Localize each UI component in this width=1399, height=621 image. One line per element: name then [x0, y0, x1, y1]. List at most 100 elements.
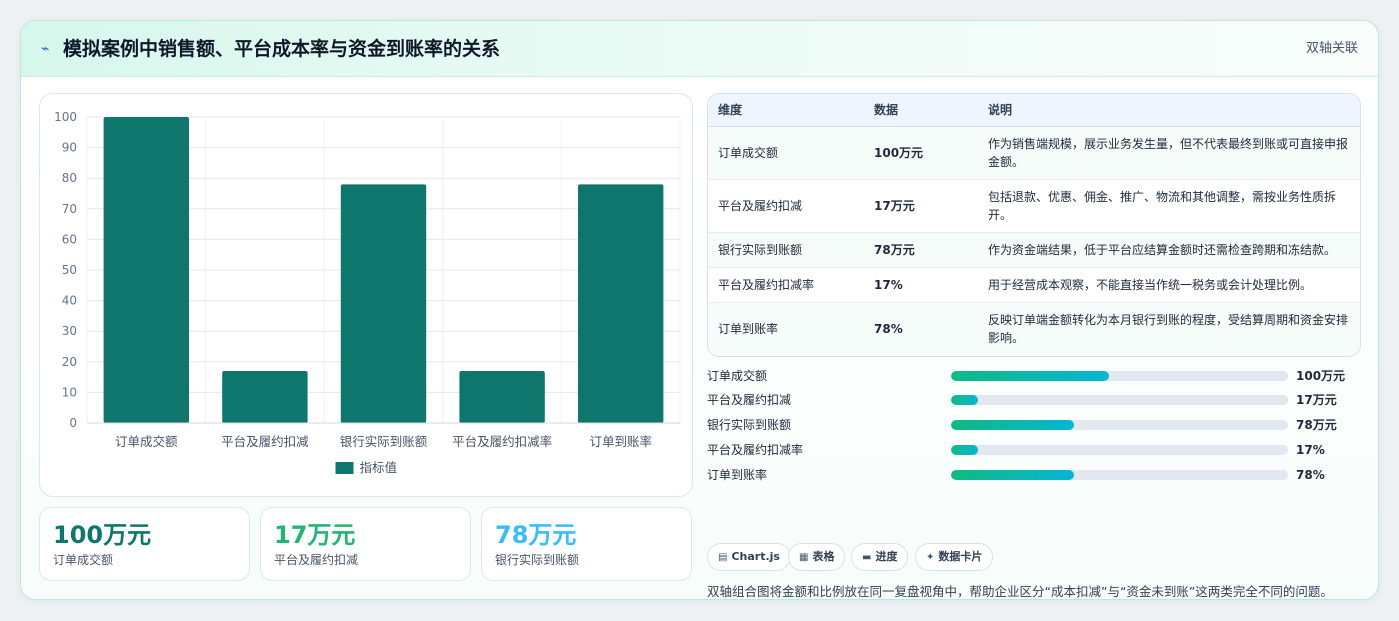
- x-tick-label: 订单到账率: [589, 434, 652, 449]
- footnote-text: 双轴组合图将金额和比例放在同一复盘视角中，帮助企业区分“成本扣减”与“资金未到账…: [707, 584, 1333, 599]
- column-header-description: 说明: [978, 94, 1360, 127]
- progress-value: 78%: [1296, 468, 1325, 482]
- progress-fill: [951, 395, 978, 405]
- progress-label: 订单到账率: [707, 468, 768, 482]
- progress-label: 平台及履约扣减率: [707, 443, 804, 457]
- y-tick-label: 20: [62, 355, 77, 369]
- y-tick-label: 50: [62, 263, 77, 277]
- progress-label: 平台及履约扣减: [707, 393, 792, 407]
- y-tick-label: 60: [62, 232, 77, 246]
- stat-label: 订单成交额: [53, 553, 114, 567]
- progress-value: 78万元: [1296, 418, 1337, 432]
- column-header-dimension: 维度: [708, 94, 864, 127]
- table-row: 平台及履约扣减 17万元 包括退款、优惠、佣金、推广、物流和其他调整，需按业务性…: [708, 179, 1360, 233]
- cell-data: 100万元: [864, 126, 978, 180]
- progress-row: 平台及履约扣减率 17%: [707, 441, 1361, 459]
- stat-label: 平台及履约扣减: [274, 553, 359, 567]
- progress-row: 订单到账率 78%: [707, 466, 1361, 484]
- stat-value: 17万元: [274, 521, 356, 549]
- progress-track: [951, 420, 1288, 430]
- progress-track: [951, 371, 1288, 381]
- bar[interactable]: [459, 370, 545, 423]
- y-tick-label: 90: [62, 141, 77, 155]
- cell-dimension: 平台及履约扣减: [708, 179, 864, 233]
- badge-label: 表格: [812, 550, 835, 563]
- progress-label: 订单成交额: [707, 369, 768, 383]
- x-tick-label: 银行实际到账额: [340, 434, 428, 449]
- cell-description: 包括退款、优惠、佣金、推广、物流和其他调整，需按业务性质拆开。: [978, 179, 1360, 233]
- cell-dimension: 平台及履约扣减率: [708, 267, 864, 303]
- progress-value: 17%: [1296, 443, 1325, 457]
- stat-card-bank-received: 78万元 银行实际到账额: [481, 507, 692, 581]
- y-tick-label: 40: [62, 294, 77, 308]
- badge-label: 数据卡片: [938, 550, 983, 563]
- stat-label: 银行实际到账额: [495, 553, 580, 567]
- y-tick-label: 30: [62, 324, 77, 338]
- bar[interactable]: [340, 184, 427, 423]
- table-row: 银行实际到账额 78万元 作为资金端结果，低于平台应结算金额时还需检查跨期和冻结…: [708, 232, 1360, 268]
- chart-icon: ▤: [718, 552, 728, 563]
- progress-value: 100万元: [1296, 369, 1346, 383]
- y-tick-label: 0: [69, 416, 77, 430]
- cell-description: 作为销售端规模，展示业务发生量，但不代表最终到账或可直接申报金额。: [978, 126, 1360, 180]
- header-tag: 双轴关联: [1305, 41, 1358, 56]
- cell-dimension: 订单到账率: [708, 302, 864, 356]
- y-tick-label: 100: [54, 110, 77, 124]
- data-table-panel: 维度 数据 说明 订单成交额 100万元 作为销售端规模，展示业务发生量，但不代…: [707, 93, 1361, 357]
- card-body: 0 10 20 30 40 50 60 70 80 90 100 订单成交额 平台及履约扣减 银行实际到账…: [21, 77, 1378, 599]
- badge-data-card: ✦ 数据卡片: [915, 543, 994, 571]
- progress-label: 银行实际到账额: [707, 418, 792, 432]
- cell-dimension: 银行实际到账额: [708, 232, 864, 268]
- table-row: 平台及履约扣减率 17% 用于经营成本观察，不能直接当作统一税务或会计处理比例。: [708, 267, 1360, 303]
- stat-value: 78万元: [495, 521, 577, 549]
- badge-progress: ▬ 进度: [851, 543, 909, 571]
- bar[interactable]: [578, 184, 664, 423]
- progress-track: [951, 445, 1288, 455]
- progress-track: [951, 395, 1288, 405]
- badge-chartjs: ▤ Chart.js: [707, 543, 791, 571]
- progress-icon: ▬: [862, 552, 872, 563]
- progress-fill: [951, 470, 1074, 480]
- stat-card-deduction: 17万元 平台及履约扣减: [260, 507, 471, 581]
- cell-dimension: 订单成交额: [708, 126, 864, 180]
- cell-data: 17%: [864, 267, 978, 303]
- bar-chart: 0 10 20 30 40 50 60 70 80 90 100 订单成交额 平台及履约扣减 银行实际到账…: [54, 110, 681, 475]
- x-tick-label: 平台及履约扣减: [221, 434, 309, 449]
- card-header: ⌁ 模拟案例中销售额、平台成本率与资金到账率的关系 双轴关联: [21, 21, 1378, 77]
- cell-description: 作为资金端结果，低于平台应结算金额时还需检查跨期和冻结款。: [978, 232, 1360, 268]
- bar-chart-panel: 0 10 20 30 40 50 60 70 80 90 100 订单成交额 平台及履约扣减 银行实际到账…: [39, 93, 693, 497]
- badge-label: Chart.js: [731, 550, 780, 563]
- cell-description: 反映订单端金额转化为本月银行到账的程度，受结算周期和资金安排影响。: [978, 302, 1360, 356]
- main-card: ⌁ 模拟案例中销售额、平台成本率与资金到账率的关系 双轴关联 0 10 20 30 40…: [20, 20, 1379, 600]
- progress-row: 平台及履约扣减 17万元: [707, 391, 1361, 409]
- lightning-icon: ⌁: [41, 41, 50, 57]
- page-title: 模拟案例中销售额、平台成本率与资金到账率的关系: [63, 38, 501, 60]
- legend-swatch[interactable]: [335, 462, 354, 474]
- table-row: 订单到账率 78% 反映订单端金额转化为本月银行到账的程度，受结算周期和资金安排…: [708, 302, 1360, 356]
- column-header-data: 数据: [864, 94, 978, 127]
- progress-fill: [951, 420, 1074, 430]
- x-tick-label: 平台及履约扣减率: [452, 434, 552, 449]
- card-icon: ✦: [926, 552, 935, 563]
- y-tick-label: 70: [62, 202, 77, 216]
- badge-table: ▦ 表格: [788, 543, 846, 571]
- progress-row: 银行实际到账额 78万元: [707, 416, 1361, 434]
- progress-fill: [951, 445, 978, 455]
- progress-track: [951, 470, 1288, 480]
- bar[interactable]: [103, 117, 189, 423]
- stat-card-order-amount: 100万元 订单成交额: [39, 507, 250, 581]
- legend-label: 指标值: [360, 460, 398, 475]
- table-icon: ▦: [799, 552, 809, 563]
- cell-data: 17万元: [864, 179, 978, 233]
- y-tick-label: 10: [62, 385, 77, 399]
- y-tick-label: 80: [62, 171, 77, 185]
- cell-data: 78%: [864, 302, 978, 356]
- data-table: 维度 数据 说明 订单成交额 100万元 作为销售端规模，展示业务发生量，但不代…: [708, 94, 1360, 356]
- x-tick-label: 订单成交额: [115, 434, 178, 449]
- badge-label: 进度: [875, 550, 898, 563]
- bar[interactable]: [222, 370, 308, 423]
- cell-description: 用于经营成本观察，不能直接当作统一税务或会计处理比例。: [978, 267, 1360, 303]
- progress-fill: [951, 371, 1110, 381]
- progress-row: 订单成交额 100万元: [707, 367, 1361, 385]
- cell-data: 78万元: [864, 232, 978, 268]
